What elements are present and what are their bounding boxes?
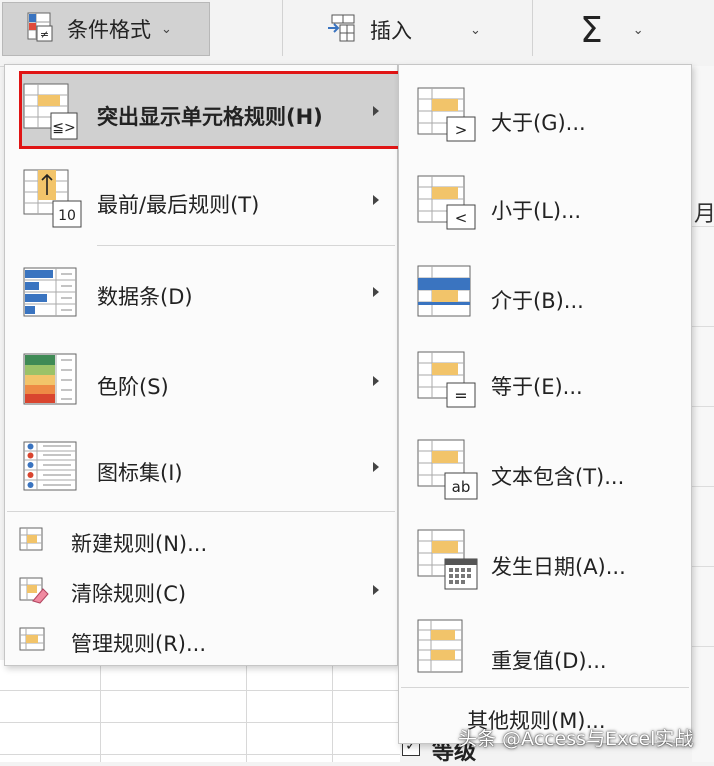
chevron-down-icon[interactable]: ⌄ bbox=[470, 23, 481, 38]
highlight-rules-icon: ≦> bbox=[23, 83, 79, 146]
conditional-format-button[interactable]: ≠ 条件格式 ⌄ bbox=[2, 2, 210, 56]
submenu-item-label: 发生日期(A)... bbox=[491, 555, 626, 579]
conditional-format-icon: ≠ bbox=[27, 12, 53, 47]
svg-text:≠: ≠ bbox=[40, 28, 49, 41]
watermark: 头条 @Access与Excel实战 bbox=[458, 728, 694, 750]
conditional-format-menu: ≦> 突出显示单元格规则(H) 10 最前/最后规则(T) 数据条(D) 色阶(… bbox=[4, 64, 403, 666]
between-icon bbox=[417, 265, 473, 326]
ribbon: ≠ 条件格式 ⌄ 插入 ⌄ Σ ⌄ bbox=[0, 0, 714, 67]
sum-icon: Σ bbox=[580, 9, 603, 51]
submenu-item-label: 介于(B)... bbox=[491, 289, 584, 313]
submenu-item-date-occurring[interactable]: 发生日期(A)... bbox=[399, 521, 691, 605]
menu-item-label: 清除规则(C) bbox=[71, 582, 187, 606]
manage-rules-icon bbox=[19, 627, 47, 658]
submenu-item-label: 小于(L)... bbox=[491, 199, 582, 223]
menu-item-label: 图标集(I) bbox=[97, 461, 183, 485]
menu-item-color-scales[interactable]: 色阶(S) bbox=[5, 341, 397, 425]
menu-item-label: 色阶(S) bbox=[97, 375, 169, 399]
icon-sets-icon bbox=[23, 441, 79, 498]
menu-divider bbox=[7, 511, 395, 512]
data-bars-icon bbox=[23, 267, 79, 324]
greater-than-icon: > bbox=[417, 87, 479, 150]
equal-to-icon: = bbox=[417, 351, 479, 416]
svg-text:<: < bbox=[455, 209, 468, 227]
svg-text:10: 10 bbox=[58, 208, 76, 224]
worksheet-edge bbox=[692, 66, 714, 762]
date-occurring-icon bbox=[417, 529, 479, 598]
submenu-item-less-than[interactable]: < 小于(L)... bbox=[399, 163, 691, 247]
svg-text:=: = bbox=[454, 386, 467, 405]
text-contains-icon: ab bbox=[417, 439, 479, 508]
submenu-item-duplicate-values[interactable]: 重复值(D)... bbox=[399, 613, 691, 697]
chevron-down-icon: ⌄ bbox=[161, 21, 172, 37]
submenu-item-label: 文本包含(T)... bbox=[491, 465, 625, 489]
insert-icon bbox=[326, 13, 356, 48]
menu-item-label: 管理规则(R)... bbox=[71, 632, 207, 656]
menu-divider bbox=[97, 245, 395, 246]
clear-rules-icon bbox=[19, 577, 49, 610]
autosum-button[interactable]: Σ ⌄ bbox=[580, 6, 644, 54]
highlight-rules-submenu: > 大于(G)... < 小于(L)... 介于(B)... = 等于(E)..… bbox=[398, 64, 692, 744]
submenu-arrow-icon bbox=[373, 462, 379, 472]
insert-button[interactable]: 插入 ⌄ bbox=[326, 8, 481, 52]
submenu-arrow-icon bbox=[373, 195, 379, 205]
submenu-arrow-icon bbox=[373, 376, 379, 386]
submenu-arrow-icon bbox=[373, 585, 379, 595]
menu-item-top-bottom-rules[interactable]: 10 最前/最后规则(T) bbox=[5, 161, 397, 245]
svg-text:≦>: ≦> bbox=[52, 120, 75, 136]
menu-item-clear-rules[interactable]: 清除规则(C) bbox=[5, 569, 397, 611]
menu-item-label: 新建规则(N)... bbox=[71, 532, 208, 556]
cell-fragment-text: 月 bbox=[694, 202, 714, 227]
insert-label: 插入 bbox=[370, 19, 412, 43]
top-bottom-rules-icon: 10 bbox=[23, 169, 83, 234]
duplicate-values-icon bbox=[417, 619, 465, 680]
svg-text:ab: ab bbox=[452, 478, 471, 496]
ribbon-divider bbox=[282, 0, 283, 56]
menu-item-icon-sets[interactable]: 图标集(I) bbox=[5, 427, 397, 511]
submenu-item-equal-to[interactable]: = 等于(E)... bbox=[399, 343, 691, 427]
ribbon-divider bbox=[532, 0, 533, 56]
chevron-down-icon[interactable]: ⌄ bbox=[633, 23, 644, 38]
new-rule-icon bbox=[19, 527, 45, 558]
menu-item-label: 数据条(D) bbox=[97, 285, 193, 309]
submenu-arrow-icon bbox=[373, 106, 379, 116]
submenu-item-label: 大于(G)... bbox=[491, 111, 586, 135]
conditional-format-label: 条件格式 bbox=[67, 18, 151, 42]
submenu-item-between[interactable]: 介于(B)... bbox=[399, 253, 691, 337]
submenu-item-label: 等于(E)... bbox=[491, 375, 583, 399]
color-scales-icon bbox=[23, 353, 79, 412]
submenu-item-label: 重复值(D)... bbox=[491, 649, 607, 673]
less-than-icon: < bbox=[417, 175, 479, 238]
submenu-item-greater-than[interactable]: > 大于(G)... bbox=[399, 69, 691, 153]
submenu-divider bbox=[401, 687, 689, 688]
menu-item-data-bars[interactable]: 数据条(D) bbox=[5, 253, 397, 337]
menu-item-label: 最前/最后规则(T) bbox=[97, 193, 260, 217]
svg-text:>: > bbox=[455, 121, 468, 139]
menu-item-new-rule[interactable]: 新建规则(N)... bbox=[5, 519, 397, 561]
submenu-arrow-icon bbox=[373, 287, 379, 297]
submenu-item-text-contains[interactable]: ab 文本包含(T)... bbox=[399, 431, 691, 515]
menu-item-label: 突出显示单元格规则(H) bbox=[97, 105, 323, 129]
menu-item-highlight-rules[interactable]: ≦> 突出显示单元格规则(H) bbox=[5, 65, 397, 155]
menu-item-manage-rules[interactable]: 管理规则(R)... bbox=[5, 619, 397, 661]
worksheet-grid bbox=[0, 660, 400, 762]
